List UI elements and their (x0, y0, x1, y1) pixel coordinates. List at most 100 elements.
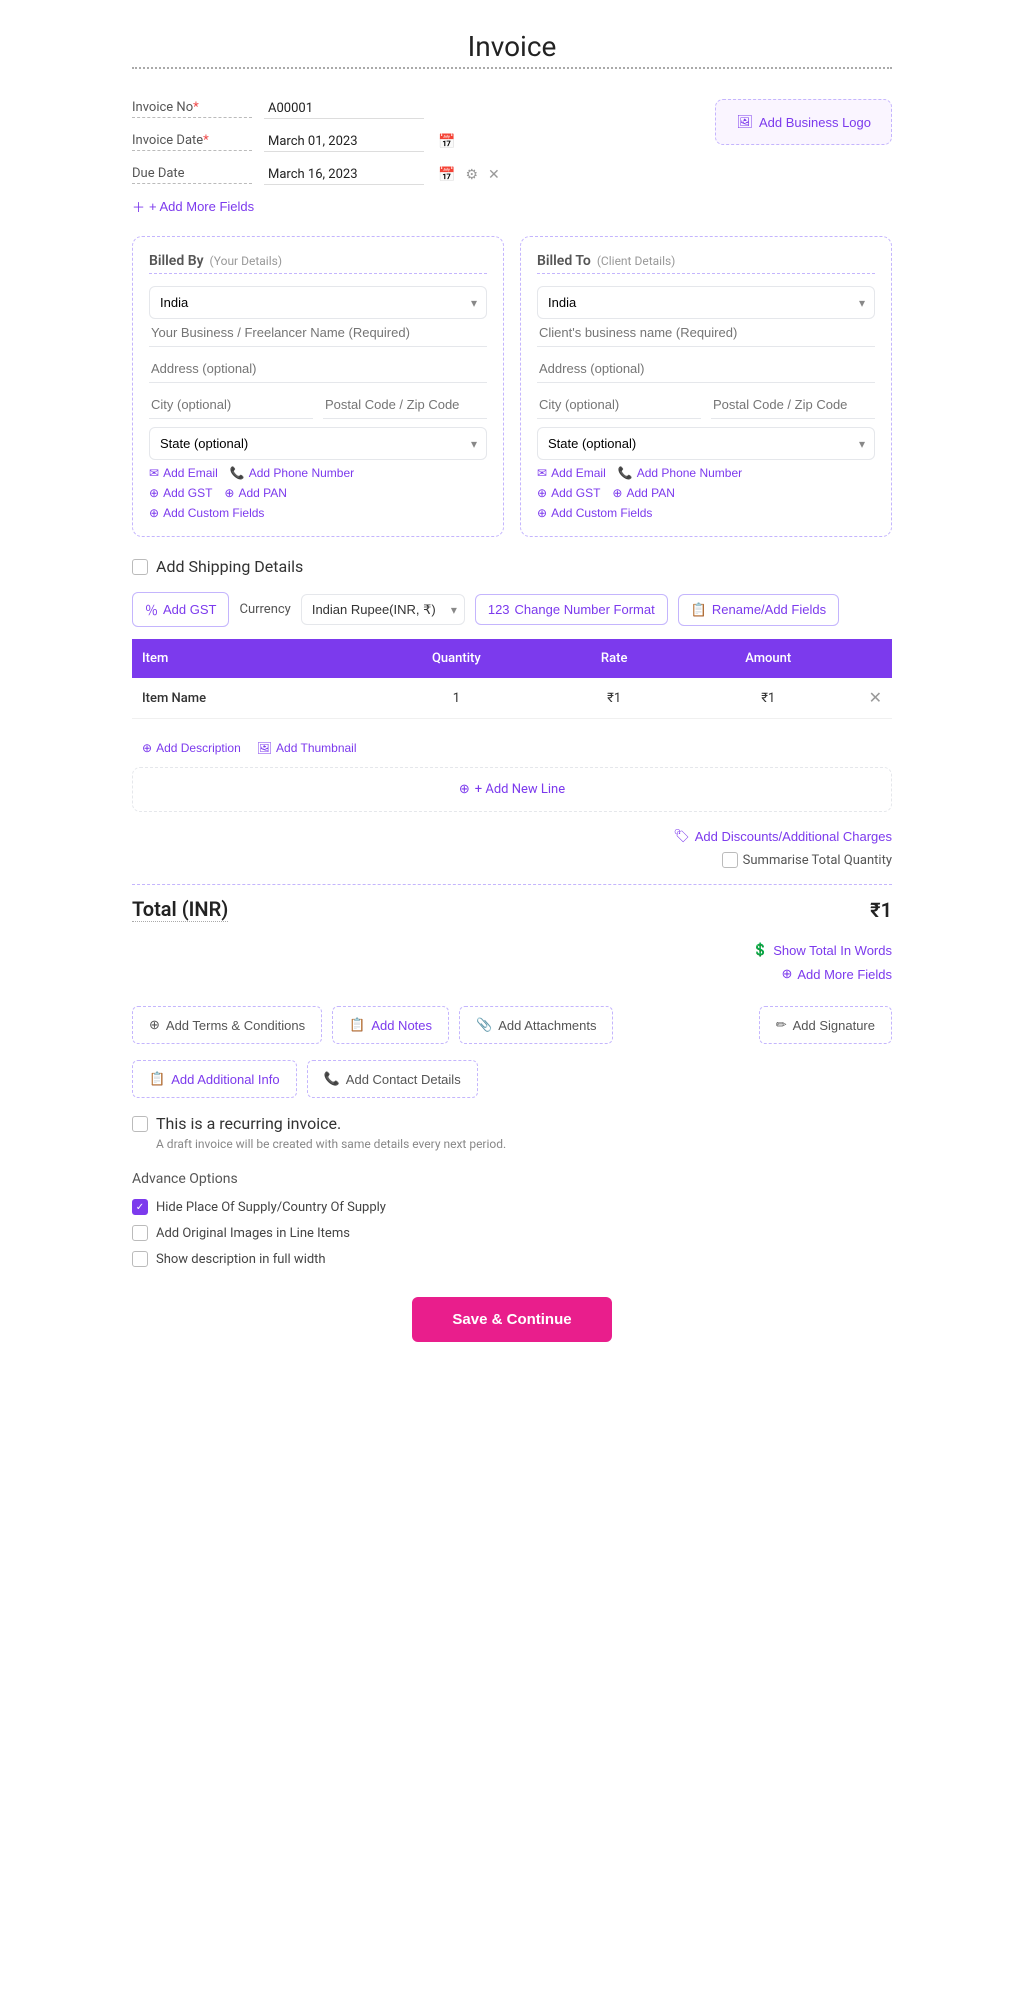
billed-to-title: Billed To (Client Details) (537, 253, 875, 274)
add-new-line-button[interactable]: ⊕ + Add New Line (132, 767, 892, 812)
recurring-label: This is a recurring invoice. (156, 1114, 341, 1133)
col-quantity: Quantity (362, 639, 550, 678)
advance-options-section: Advance Options ✓ Hide Place Of Supply/C… (132, 1171, 892, 1267)
item-quantity-cell[interactable]: 1 (362, 678, 550, 719)
invoice-date-label: Invoice Date* (132, 133, 252, 151)
shipping-checkbox[interactable] (132, 559, 148, 575)
item-actions: ⊕ Add Description 🖼 Add Thumbnail (132, 735, 892, 767)
billed-to-add-email[interactable]: ✉ Add Email (537, 466, 606, 480)
billed-by-state-select[interactable]: State (optional) (149, 427, 487, 460)
phone-icon: 📞 (230, 466, 245, 480)
billed-by-country-select[interactable]: India (149, 286, 487, 319)
due-date-calendar-icon[interactable]: 📅 (436, 164, 457, 185)
billed-by-add-custom[interactable]: ⊕ Add Custom Fields (149, 506, 264, 520)
plus-icon: ⊕ (612, 486, 622, 500)
add-contact-details-button[interactable]: 📞 Add Contact Details (307, 1060, 478, 1098)
item-rate-cell[interactable]: ₹1 (551, 678, 678, 719)
billed-by-add-gst[interactable]: ⊕ Add GST (149, 486, 212, 500)
billed-by-add-email[interactable]: ✉ Add Email (149, 466, 218, 480)
totals-section: 🏷 Add Discounts/Additional Charges Summa… (132, 828, 892, 982)
billed-by-city[interactable] (149, 391, 313, 419)
billed-to-card: Billed To (Client Details) India State (… (520, 236, 892, 537)
item-name-cell[interactable]: Item Name (132, 678, 362, 719)
billed-by-address[interactable] (149, 355, 487, 383)
image-icon: 🖼 (736, 114, 753, 130)
billed-to-add-gst[interactable]: ⊕ Add GST (537, 486, 600, 500)
phone-icon: 📞 (618, 466, 633, 480)
page-title: Invoice (132, 30, 892, 69)
info-icon: 📋 (149, 1071, 165, 1087)
option-2-checkbox[interactable] (132, 1225, 148, 1241)
due-date-label: Due Date (132, 166, 252, 184)
calendar-icon: 📋 (691, 602, 707, 618)
plus-icon: ⊕ (537, 506, 547, 520)
billed-to-add-pan[interactable]: ⊕ Add PAN (612, 486, 675, 500)
plus-icon: ⊕ (149, 506, 159, 520)
billed-to-state-select[interactable]: State (optional) (537, 427, 875, 460)
add-terms-button[interactable]: ⊕ Add Terms & Conditions (132, 1006, 322, 1044)
email-icon: ✉ (149, 466, 159, 480)
total-extras: 💲 Show Total In Words ⊕ Add More Fields (752, 942, 892, 982)
currency-icon: 💲 (752, 942, 768, 958)
totals-add-more-fields-button[interactable]: ⊕ Add More Fields (781, 966, 892, 982)
paperclip-icon: 📎 (476, 1017, 492, 1033)
total-value: ₹1 (870, 898, 892, 922)
invoice-table: Item Quantity Rate Amount Item Name 1 ₹1… (132, 639, 892, 719)
plus-icon: ⊕ (537, 486, 547, 500)
billed-to-business-name[interactable] (537, 319, 875, 347)
billed-to-country-select[interactable]: India (537, 286, 875, 319)
due-date-value[interactable]: March 16, 2023 (264, 165, 424, 185)
add-signature-button[interactable]: ✏ Add Signature (759, 1006, 892, 1044)
billed-to-add-custom[interactable]: ⊕ Add Custom Fields (537, 506, 652, 520)
delete-item-button[interactable]: ✕ (869, 688, 882, 708)
show-total-words-button[interactable]: 💲 Show Total In Words (752, 942, 892, 958)
change-number-format-button[interactable]: 123 Change Number Format (475, 594, 668, 625)
recurring-checkbox[interactable] (132, 1116, 148, 1132)
image-icon: 🖼 (257, 741, 272, 755)
currency-select[interactable]: Indian Rupee(INR, ₹) (301, 594, 465, 625)
rename-add-fields-button[interactable]: 📋 Rename/Add Fields (678, 594, 839, 626)
billed-by-postal[interactable] (323, 391, 487, 419)
option-1-checkbox[interactable]: ✓ (132, 1199, 148, 1215)
billed-by-business-name[interactable] (149, 319, 487, 347)
tag-icon: 🏷 (673, 828, 690, 844)
plus-circle-icon: ⊕ (459, 782, 470, 797)
option-row-1: ✓ Hide Place Of Supply/Country Of Supply (132, 1199, 892, 1215)
save-continue-button[interactable]: Save & Continue (412, 1297, 611, 1342)
option-1-label: Hide Place Of Supply/Country Of Supply (156, 1200, 386, 1215)
table-header: Item Quantity Rate Amount (132, 639, 892, 678)
billed-to-address[interactable] (537, 355, 875, 383)
option-row-2: Add Original Images in Line Items (132, 1225, 892, 1241)
summarise-total-row: Summarise Total Quantity (722, 852, 892, 868)
plus-icon: ⊕ (224, 486, 234, 500)
add-more-fields-button[interactable]: ＋ + Add More Fields (132, 197, 254, 216)
invoice-date-calendar-icon[interactable]: 📅 (436, 131, 457, 152)
recurring-description: A draft invoice will be created with sam… (156, 1137, 892, 1151)
add-discounts-button[interactable]: 🏷 Add Discounts/Additional Charges (673, 828, 892, 844)
add-attachments-button[interactable]: 📎 Add Attachments (459, 1006, 613, 1044)
option-3-checkbox[interactable] (132, 1251, 148, 1267)
add-business-logo-button[interactable]: 🖼 Add Business Logo (715, 99, 892, 145)
plus-icon: ⊕ (149, 486, 159, 500)
add-description-button[interactable]: ⊕ Add Description (142, 741, 241, 755)
billed-by-add-pan[interactable]: ⊕ Add PAN (224, 486, 287, 500)
pen-icon: ✏ (776, 1017, 787, 1033)
billed-to-city[interactable] (537, 391, 701, 419)
billed-by-add-phone[interactable]: 📞 Add Phone Number (230, 466, 354, 480)
plus-icon: ⊕ (142, 741, 152, 755)
billed-to-postal[interactable] (711, 391, 875, 419)
invoice-no-value[interactable]: A00001 (264, 99, 424, 119)
add-additional-info-button[interactable]: 📋 Add Additional Info (132, 1060, 297, 1098)
option-2-label: Add Original Images in Line Items (156, 1226, 350, 1241)
percent-icon: ％ (145, 600, 158, 619)
add-notes-button[interactable]: 📋 Add Notes (332, 1006, 449, 1044)
due-date-settings-icon[interactable]: ⚙ (463, 164, 480, 185)
add-thumbnail-button[interactable]: 🖼 Add Thumbnail (257, 741, 357, 755)
summarise-checkbox[interactable] (722, 852, 738, 868)
billed-by-title: Billed By (Your Details) (149, 253, 487, 274)
invoice-date-value[interactable]: March 01, 2023 (264, 132, 424, 152)
due-date-clear-icon[interactable]: ✕ (486, 164, 502, 185)
email-icon: ✉ (537, 466, 547, 480)
billed-to-add-phone[interactable]: 📞 Add Phone Number (618, 466, 742, 480)
add-gst-button[interactable]: ％ Add GST (132, 592, 229, 627)
